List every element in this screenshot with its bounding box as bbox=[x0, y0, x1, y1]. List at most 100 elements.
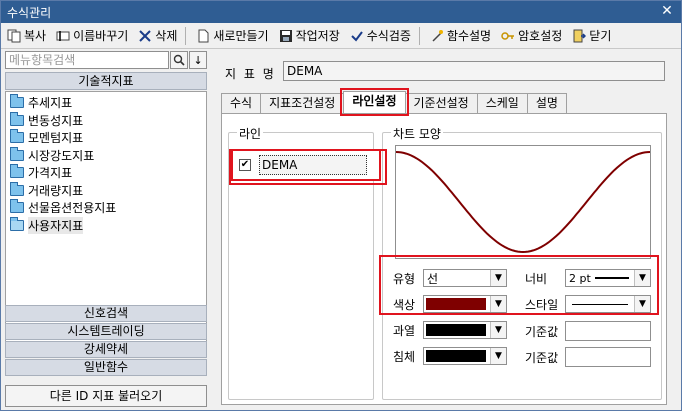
indicator-name-label: 지 표 명 bbox=[225, 67, 276, 81]
overbought-color-swatch bbox=[426, 324, 486, 336]
save-button[interactable]: 작업저장 bbox=[275, 25, 344, 47]
tree-item[interactable]: 사용자지표 bbox=[6, 216, 206, 235]
copy-label: 복사 bbox=[24, 29, 47, 43]
oversold-color-select[interactable]: ▼ bbox=[423, 347, 507, 365]
copy-button[interactable]: 복사 bbox=[3, 25, 50, 47]
new-label: 새로만들기 bbox=[213, 29, 269, 43]
password-label: 암호설정 bbox=[518, 29, 563, 43]
annotation-highlight bbox=[379, 255, 659, 315]
tab-line-settings[interactable]: 라인설정 bbox=[340, 88, 409, 116]
function-help-label: 함수설명 bbox=[446, 29, 492, 43]
copy-icon bbox=[7, 29, 21, 43]
editor-tabs: 수식 지표조건설정 라인설정 기준선설정 스케일 설명 bbox=[221, 88, 567, 116]
category-header[interactable]: 기술적지표 bbox=[5, 72, 207, 90]
function-help-button[interactable]: 함수설명 bbox=[426, 25, 495, 47]
key-icon bbox=[501, 29, 515, 43]
chevron-down-icon: ▼ bbox=[490, 322, 506, 338]
tree-item[interactable]: 변동성지표 bbox=[6, 111, 206, 130]
search-input[interactable] bbox=[5, 51, 170, 69]
sine-curve bbox=[395, 151, 651, 254]
tree-item[interactable]: 선물옵션전용지표 bbox=[6, 199, 206, 217]
close-label: 닫기 bbox=[589, 29, 612, 43]
delete-label: 삭제 bbox=[155, 29, 178, 43]
oversold-base-input[interactable] bbox=[565, 347, 651, 367]
tab-baseline[interactable]: 기준선설정 bbox=[404, 93, 478, 113]
check-icon bbox=[350, 29, 364, 43]
toolbar-divider bbox=[418, 26, 420, 45]
tree-item[interactable]: 가격지표 bbox=[6, 164, 206, 182]
tree-item-label: 선물옵션전용지표 bbox=[28, 201, 117, 216]
oversold-base-label: 기준값 bbox=[525, 350, 559, 365]
search-row: ↓ bbox=[5, 51, 207, 69]
tree-item-label: 변동성지표 bbox=[28, 113, 84, 128]
sine-preview-graphic bbox=[395, 151, 651, 254]
tab-scale[interactable]: 스케일 bbox=[476, 93, 528, 113]
verify-button[interactable]: 수식검증 bbox=[346, 25, 415, 47]
exit-door-icon bbox=[572, 29, 587, 43]
tree-item[interactable]: 추세지표 bbox=[6, 94, 206, 112]
line-preview bbox=[395, 145, 651, 259]
delete-button[interactable]: 삭제 bbox=[134, 25, 181, 47]
rename-icon bbox=[56, 29, 70, 43]
rename-button[interactable]: 이름바꾸기 bbox=[52, 25, 132, 47]
tab-description[interactable]: 설명 bbox=[526, 93, 567, 113]
overbought-base-row: 기준값 bbox=[525, 321, 651, 341]
oversold-row: 침체 ▼ bbox=[393, 347, 507, 365]
open-folder-icon bbox=[10, 216, 24, 231]
toolbar: 복사 이름바꾸기 삭제 새로만들기 작업저장 수식검증 함수설명 암호설정 닫기 bbox=[1, 23, 681, 49]
overbought-color-select[interactable]: ▼ bbox=[423, 321, 507, 339]
tree-item[interactable]: 모멘텀지표 bbox=[6, 129, 206, 147]
tree-item-label: 가격지표 bbox=[28, 166, 73, 181]
folder-icon bbox=[10, 111, 24, 126]
window-title: 수식관리 bbox=[7, 5, 52, 20]
oversold-label: 침체 bbox=[393, 349, 416, 364]
tree-item-label: 사용자지표 bbox=[28, 216, 84, 234]
overbought-base-label: 기준값 bbox=[525, 324, 559, 339]
verify-label: 수식검증 bbox=[366, 29, 411, 43]
overbought-row: 과열 ▼ bbox=[393, 321, 507, 339]
search-button[interactable] bbox=[170, 51, 189, 69]
indicator-name-field[interactable]: DEMA bbox=[283, 61, 665, 81]
rename-label: 이름바꾸기 bbox=[73, 29, 129, 43]
tree-item[interactable]: 시장강도지표 bbox=[6, 146, 206, 165]
category-tab[interactable]: 강세약세 bbox=[5, 341, 207, 358]
magic-wand-icon bbox=[430, 29, 444, 43]
password-button[interactable]: 암호설정 bbox=[497, 25, 566, 47]
line-group-title: 라인 bbox=[237, 125, 264, 142]
overbought-base-input[interactable] bbox=[565, 321, 651, 341]
arrow-down-icon: ↓ bbox=[193, 53, 203, 67]
overbought-label: 과열 bbox=[393, 323, 416, 338]
chart-shape-title: 차트 모양 bbox=[391, 125, 443, 142]
editor-panel: 지 표 명 DEMA 수식 지표조건설정 라인설정 기준선설정 스케일 설명 라… bbox=[215, 57, 669, 409]
folder-icon bbox=[10, 129, 24, 144]
oversold-base-row: 기준값 bbox=[525, 347, 651, 367]
folder-icon bbox=[10, 164, 24, 179]
tab-condition[interactable]: 지표조건설정 bbox=[260, 93, 345, 113]
tree-item-label: 모멘텀지표 bbox=[28, 131, 84, 146]
new-document-icon bbox=[196, 29, 210, 43]
close-button[interactable]: 닫기 bbox=[568, 25, 615, 47]
tab-formula[interactable]: 수식 bbox=[221, 93, 262, 113]
save-label: 작업저장 bbox=[295, 29, 340, 43]
toolbar-divider bbox=[185, 26, 187, 45]
sidebar: ↓ 기술적지표 추세지표 변동성지표 모멘텀지표 시장강도지표 bbox=[5, 51, 207, 409]
tree-item[interactable]: 거래량지표 bbox=[6, 181, 206, 200]
folder-icon bbox=[10, 181, 24, 196]
close-icon[interactable]: ✕ bbox=[659, 3, 675, 19]
category-tab[interactable]: 시스템트레이딩 bbox=[5, 323, 207, 340]
tree-item-label: 추세지표 bbox=[28, 96, 73, 111]
folder-icon bbox=[10, 199, 24, 214]
load-other-id-button[interactable]: 다른 ID 지표 불러오기 bbox=[5, 385, 207, 407]
down-button[interactable]: ↓ bbox=[189, 51, 207, 69]
title-bar: 수식관리 ✕ bbox=[1, 1, 681, 23]
oversold-color-swatch bbox=[426, 350, 486, 362]
new-button[interactable]: 새로만들기 bbox=[192, 25, 272, 47]
category-tab[interactable]: 신호검색 bbox=[5, 305, 207, 322]
folder-icon bbox=[10, 94, 24, 109]
category-tab[interactable]: 일반함수 bbox=[5, 359, 207, 376]
tree-item-label: 거래량지표 bbox=[28, 183, 84, 198]
chevron-down-icon: ▼ bbox=[490, 348, 506, 364]
save-icon bbox=[279, 29, 293, 43]
tree-item-label: 시장강도지표 bbox=[28, 148, 95, 163]
formula-manager-window: 수식관리 ✕ 복사 이름바꾸기 삭제 새로만들기 작업저장 수식검증 함수설명 … bbox=[0, 0, 682, 411]
